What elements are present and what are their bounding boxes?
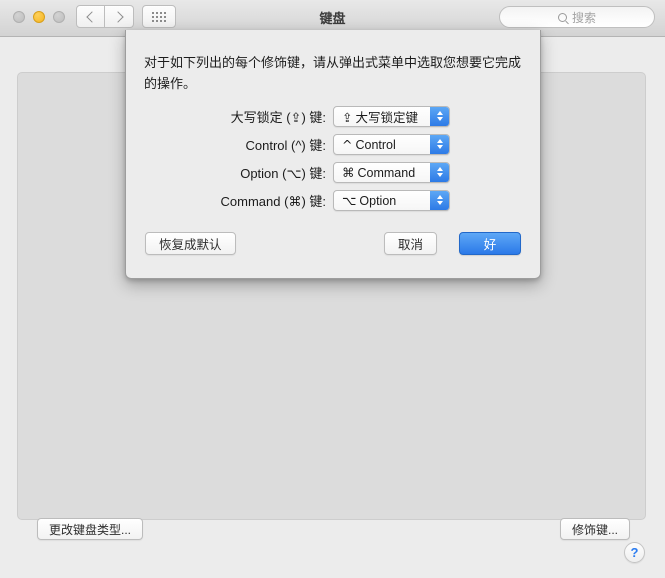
modifier-row-option: Option (⌥) 键: ⌘ Command <box>126 160 450 184</box>
change-keyboard-type-button[interactable]: 更改键盘类型... <box>37 518 144 540</box>
search-field[interactable]: 搜索 <box>499 6 655 28</box>
control-popup-value: ^ Control <box>334 137 430 152</box>
help-button[interactable]: ? <box>624 542 645 563</box>
restore-defaults-button[interactable]: 恢复成默认 <box>145 232 236 255</box>
command-popup-button[interactable]: ⌥ Option <box>333 189 450 211</box>
caps-lock-symbol-icon: ⇪ <box>342 109 353 125</box>
control-popup-button[interactable]: ^ Control <box>333 133 450 155</box>
option-popup-button[interactable]: ⌘ Command <box>333 161 450 183</box>
control-symbol-icon: ^ <box>342 136 353 152</box>
modifier-keys-button[interactable]: 修饰键... <box>559 518 630 540</box>
modifier-row-caps-lock: 大写锁定 (⇪) 键: ⇪ 大写锁定键 <box>126 104 450 128</box>
control-popup-text: Control <box>355 137 396 152</box>
search-field-inner: 搜索 <box>557 9 596 26</box>
caps-lock-popup-value: ⇪ 大写锁定键 <box>334 107 430 126</box>
keyboard-preferences-window: 键盘 搜索 更改键盘类型... 修饰键... ? 对于如下列出的每个修饰键，请从… <box>0 0 665 578</box>
caps-lock-stepper-icon[interactable] <box>430 106 449 126</box>
modifier-keys-sheet: 对于如下列出的每个修饰键，请从弹出式菜单中选取您想要它完成的操作。 大写锁定 (… <box>125 30 541 279</box>
sheet-description: 对于如下列出的每个修饰键，请从弹出式菜单中选取您想要它完成的操作。 <box>144 55 522 91</box>
modifier-row-control: Control (^) 键: ^ Control <box>126 132 450 156</box>
command-symbol-icon: ⌘ <box>342 164 355 180</box>
search-placeholder: 搜索 <box>571 10 596 25</box>
search-icon <box>557 12 567 22</box>
caps-lock-label: 大写锁定 (⇪) 键: <box>230 109 326 125</box>
sheet-button-bar: 恢复成默认 取消 好 <box>126 232 540 258</box>
cancel-button[interactable]: 取消 <box>383 232 437 255</box>
option-label: Option (⌥) 键: <box>240 165 326 181</box>
caps-lock-popup-button[interactable]: ⇪ 大写锁定键 <box>333 105 450 127</box>
modifier-row-command: Command (⌘) 键: ⌥ Option <box>126 188 450 212</box>
control-label: Control (^) 键: <box>245 137 326 153</box>
ok-button[interactable]: 好 <box>459 232 521 255</box>
command-label: Command (⌘) 键: <box>220 193 326 209</box>
command-popup-value: ⌥ Option <box>334 193 430 208</box>
control-stepper-icon[interactable] <box>430 134 449 154</box>
option-popup-text: Command <box>357 165 416 180</box>
option-popup-value: ⌘ Command <box>334 165 430 180</box>
caps-lock-popup-text: 大写锁定键 <box>355 110 418 125</box>
option-stepper-icon[interactable] <box>430 162 449 182</box>
command-popup-text: Option <box>359 193 397 208</box>
option-symbol-icon: ⌥ <box>342 192 357 208</box>
command-stepper-icon[interactable] <box>430 190 449 210</box>
